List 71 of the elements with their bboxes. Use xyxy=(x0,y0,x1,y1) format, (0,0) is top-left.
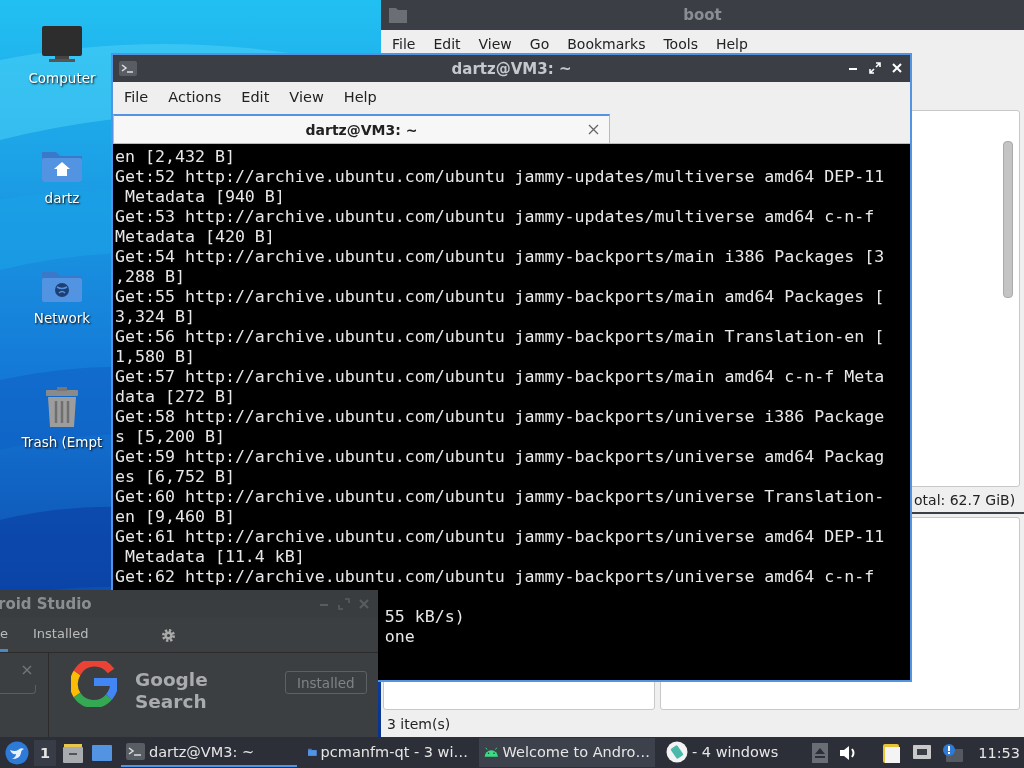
network-icon[interactable] xyxy=(912,743,933,762)
g-logo-icon xyxy=(71,661,117,707)
terminal-icon xyxy=(126,743,145,760)
terminal-line: Get:60 http://archive.ubuntu.com/ubuntu jammy-backports/universe Translation- xyxy=(115,487,885,507)
taskbar-button[interactable]: - 4 windows xyxy=(661,738,785,767)
terminal-icon xyxy=(119,61,137,76)
search-field[interactable] xyxy=(0,685,36,694)
menu-item[interactable]: Bookmarks xyxy=(560,36,657,52)
eject-icon[interactable] xyxy=(812,742,829,763)
terminal-line: Get:54 http://archive.ubuntu.com/ubuntu jammy-backports/main i386 Packages [3 xyxy=(115,247,885,267)
tab[interactable]: e xyxy=(0,618,8,652)
terminal-line: data [272 B] xyxy=(115,387,235,407)
status-text: 3 item(s) xyxy=(387,715,451,732)
settings-icon[interactable] xyxy=(161,627,177,643)
terminal-line: Get:58 http://archive.ubuntu.com/ubuntu jammy-backports/universe i386 Package xyxy=(115,407,885,427)
terminal-line: Get:62 http://archive.ubuntu.com/ubuntu jammy-backports/universe amd64 c-n-f xyxy=(115,567,875,587)
workspace-button[interactable]: 1 xyxy=(34,739,56,766)
clock[interactable]: 11:53 xyxy=(978,744,1020,761)
terminal-line: Get:61 http://archive.ubuntu.com/ubuntu jammy-backports/universe amd64 DEP-11 xyxy=(115,527,885,547)
terminal-line: 3,324 B] xyxy=(115,307,195,327)
scrollbar-thumb[interactable] xyxy=(1003,141,1013,298)
menu-item[interactable]: Edit xyxy=(426,36,472,52)
window-title: roid Studio xyxy=(0,595,92,613)
menu-item[interactable]: File xyxy=(116,88,161,105)
plugin-name: Google Search xyxy=(135,669,209,713)
terminal-line: en [2,432 B] xyxy=(115,147,235,167)
terminal-line: Get:53 http://archive.ubuntu.com/ubuntu jammy-updates/multiverse amd64 c-n-f xyxy=(115,207,875,227)
terminal-line: one xyxy=(384,627,415,647)
terminal-line: Metadata [940 B] xyxy=(124,187,285,207)
menu-item[interactable]: File xyxy=(385,36,427,52)
app-icon xyxy=(666,740,688,763)
terminal-line: Metadata [420 B] xyxy=(115,227,275,247)
clipboard-icon[interactable] xyxy=(882,741,903,764)
menu-item[interactable]: Help xyxy=(708,36,759,52)
window-title: boot xyxy=(683,6,722,24)
menu-item[interactable]: Help xyxy=(335,88,389,105)
terminal-line: Get:56 http://archive.ubuntu.com/ubuntu jammy-backports/main Translation-en [ xyxy=(115,327,885,347)
terminal-line: Get:59 http://archive.ubuntu.com/ubuntu jammy-backports/universe amd64 Packag xyxy=(115,447,885,467)
terminal-tab[interactable]: dartz@VM3: ~ xyxy=(113,114,610,143)
window-title: dartz@VM3: ~ xyxy=(451,59,572,78)
notification-icon[interactable] xyxy=(942,742,965,763)
terminal-line: 55 kB/s) xyxy=(384,607,465,627)
start-menu-icon[interactable] xyxy=(5,740,29,765)
terminal-line: Metadata [11.4 kB] xyxy=(124,547,305,567)
menu-item[interactable]: View xyxy=(471,36,523,52)
menu-item[interactable]: Actions xyxy=(160,88,234,105)
terminal-line: 1,580 B] xyxy=(115,347,195,367)
status-text: otal: 62.7 GiB) xyxy=(914,491,1016,508)
taskbar-button[interactable]: pcmanfm-qt - 3 wi… xyxy=(303,738,473,767)
terminal-line: s [5,200 B] xyxy=(115,427,225,447)
menu-item[interactable]: Go xyxy=(522,36,561,52)
tab[interactable]: Installed xyxy=(33,618,89,652)
terminal-line: Get:55 http://archive.ubuntu.com/ubuntu jammy-backports/main amd64 Packages [ xyxy=(115,287,885,307)
desktop-icon[interactable] xyxy=(91,742,113,763)
terminal-line: Get:57 http://archive.ubuntu.com/ubuntu jammy-backports/main amd64 c-n-f Meta xyxy=(115,367,885,387)
monitor-icon xyxy=(41,24,83,64)
desktop-icon-label[interactable]: Network xyxy=(33,310,91,326)
close-icon[interactable] xyxy=(588,124,599,135)
menu-item[interactable]: View xyxy=(281,88,336,105)
file-cabinet-icon[interactable] xyxy=(62,741,84,764)
taskbar-button[interactable]: Welcome to Andro… xyxy=(479,738,655,767)
menu-item[interactable]: Edit xyxy=(233,88,282,105)
desktop-icon-label[interactable]: Trash (Empt xyxy=(21,434,103,450)
terminal-line: es [6,752 B] xyxy=(115,467,235,487)
folder-icon xyxy=(389,7,407,23)
terminal-line: ,288 B] xyxy=(115,267,185,287)
taskbar-button[interactable]: dartz@VM3: ~ xyxy=(121,738,297,767)
close-icon[interactable] xyxy=(890,61,904,75)
terminal-line: en [9,460 B] xyxy=(115,507,235,527)
menu-item[interactable]: Tools xyxy=(656,36,709,52)
terminal-line: Get:52 http://archive.ubuntu.com/ubuntu jammy-updates/multiverse amd64 DEP-11 xyxy=(115,167,885,187)
